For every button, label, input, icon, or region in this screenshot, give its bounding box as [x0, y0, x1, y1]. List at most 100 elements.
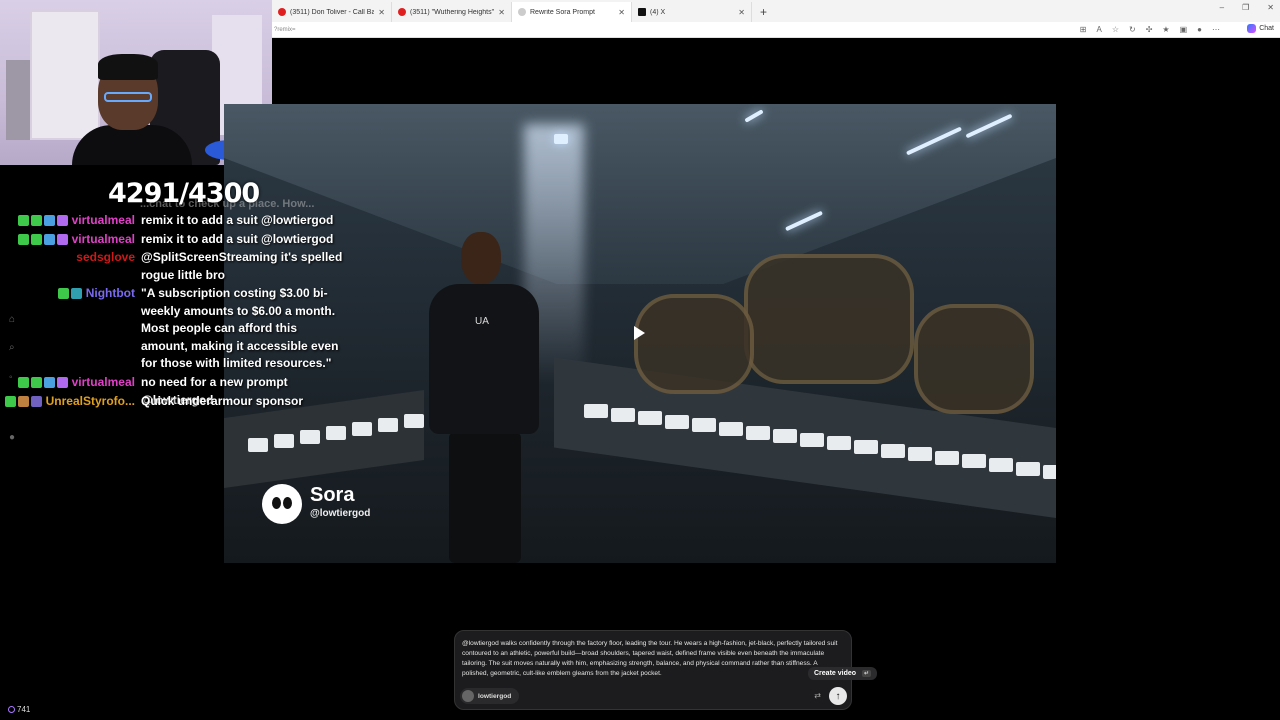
machine	[744, 254, 914, 384]
chat-label: Chat	[1259, 25, 1274, 32]
product-box	[881, 443, 905, 458]
prompt-textarea[interactable]: @lowtiergod walks confidently through th…	[462, 639, 842, 679]
chat-username[interactable]: virtualmeal	[72, 213, 135, 227]
viewer-count: 741	[8, 705, 30, 714]
badge-icon	[30, 396, 42, 408]
product-box	[1043, 465, 1056, 480]
chat-username[interactable]: UnrealStyrofo...	[46, 394, 135, 408]
chat-author[interactable]: virtualmeal	[0, 231, 135, 249]
more-icon[interactable]: ⋯	[1212, 25, 1220, 34]
collections-icon[interactable]: ▣	[1180, 25, 1188, 34]
chat-username[interactable]: virtualmeal	[72, 375, 135, 389]
product-box	[300, 430, 320, 444]
remix-icon[interactable]: ⇄	[814, 691, 821, 700]
product-box	[962, 454, 986, 469]
address-bar[interactable]: ?remix= ⊞ A ☆ ↻ ✣ ★ ▣ ● ⋯ Chat	[272, 22, 1280, 38]
play-icon[interactable]	[634, 326, 645, 340]
close-icon[interactable]: ✕	[738, 8, 745, 17]
sora-handle: @lowtiergod	[310, 508, 371, 519]
badge-icon	[43, 215, 55, 227]
youtube-icon	[278, 8, 286, 16]
head	[461, 232, 501, 284]
username: lowtiergod	[478, 692, 512, 700]
tab-x[interactable]: (4) X ✕	[632, 2, 752, 22]
chat-text: remix it to add a suit @lowtiergod	[141, 213, 334, 227]
product-box	[746, 425, 770, 440]
prompt-box[interactable]: @lowtiergod walks confidently through th…	[454, 630, 852, 710]
chat-text: Quick underarmour sponsor	[141, 394, 304, 408]
user-chip[interactable]: lowtiergod	[460, 688, 520, 704]
chat-message: virtualmeal remix it to add a suit @lowti…	[0, 231, 346, 249]
chat-author[interactable]: virtualmeal	[0, 212, 135, 230]
chat-author[interactable]: Nightbot	[0, 285, 135, 373]
chat-username[interactable]: sedsglove	[76, 250, 135, 264]
chat-message: virtualmeal remix it to add a suit @lowti…	[0, 212, 346, 230]
chat-message: Nightbot "A subscription costing $3.00 bi…	[0, 285, 346, 373]
chat-username[interactable]: virtualmeal	[72, 232, 135, 246]
favorite-icon[interactable]: ☆	[1112, 25, 1119, 34]
product-box	[274, 434, 294, 448]
machine	[914, 304, 1034, 414]
chat-message: sedsglove @SplitScreenStreaming it's spel…	[0, 249, 346, 284]
product-box	[773, 429, 797, 444]
window-controls: – ❐ ✕	[1220, 3, 1274, 12]
badge-icon	[30, 234, 42, 246]
tab-don-toliver[interactable]: (3511) Don Toliver - Call Back [Offi ✕	[272, 2, 392, 22]
toolbar-icons: ⊞ A ☆ ↻ ✣ ★ ▣ ● ⋯	[1080, 25, 1220, 34]
product-box	[248, 438, 268, 452]
tooltip-label: Create video	[814, 670, 857, 677]
product-box	[854, 440, 878, 454]
badge-icon	[57, 288, 69, 300]
create-video-button[interactable]: ↑	[829, 687, 847, 705]
badge-icon	[30, 377, 42, 389]
product-box	[692, 418, 716, 433]
extensions-icon[interactable]: ✣	[1146, 25, 1153, 34]
restore-button[interactable]: ❐	[1242, 3, 1249, 12]
tab-label: (3511) Don Toliver - Call Back [Offi	[290, 8, 375, 16]
person-walking: UA	[409, 232, 559, 563]
video-player[interactable]: UA Sora @lowtiergod	[224, 104, 1056, 563]
favorites-icon[interactable]: ★	[1162, 25, 1169, 34]
sora-brand: Sora	[310, 484, 355, 506]
factory-roof	[224, 104, 1056, 284]
product-box	[989, 458, 1013, 472]
tab-wuthering-heights[interactable]: (3511) "Wuthering Heights" | Offi ✕	[392, 2, 512, 22]
badge-icon	[56, 215, 68, 227]
badge-icon	[17, 396, 29, 408]
tab-label: (3511) "Wuthering Heights" | Offi	[410, 8, 495, 16]
product-box	[719, 422, 743, 436]
close-icon[interactable]: ✕	[498, 8, 505, 17]
page-icon	[518, 8, 526, 16]
chat-badges	[17, 215, 68, 227]
copilot-chat-button[interactable]: Chat	[1247, 24, 1274, 33]
close-icon[interactable]: ✕	[618, 8, 625, 17]
badge-icon	[56, 377, 68, 389]
refresh-icon[interactable]: ↻	[1129, 25, 1136, 34]
legs	[449, 432, 521, 563]
grid-icon[interactable]: ⊞	[1080, 25, 1087, 34]
badge-icon	[4, 396, 16, 408]
read-aloud-icon[interactable]: A	[1097, 25, 1102, 34]
create-video-tooltip: Create video ↵	[808, 667, 878, 680]
tab-rewrite-sora-prompt[interactable]: Rewrite Sora Prompt ✕	[512, 2, 632, 22]
close-icon[interactable]: ✕	[378, 8, 385, 17]
machine	[634, 294, 754, 394]
chat-author[interactable]: sedsglove	[0, 249, 135, 284]
chat-username[interactable]: Nightbot	[86, 286, 135, 300]
badge-icon	[17, 234, 29, 246]
url-text[interactable]: ?remix=	[274, 27, 296, 33]
profile-icon[interactable]: ●	[1197, 25, 1202, 34]
profile-icon[interactable]: ●	[9, 432, 15, 443]
torso	[429, 284, 539, 434]
chat-badges	[4, 396, 42, 408]
chat-author[interactable]: UnrealStyrofo...	[0, 393, 135, 411]
new-tab-button[interactable]: +	[752, 2, 775, 22]
product-box	[611, 407, 635, 422]
product-box	[1016, 461, 1040, 476]
chat-message: UnrealStyrofo... Quick underarmour sponso…	[0, 393, 346, 411]
close-window-button[interactable]: ✕	[1267, 3, 1274, 12]
badge-icon	[30, 215, 42, 227]
chat-badges	[57, 288, 82, 300]
goal-counter: 4291/4300	[108, 178, 260, 209]
minimize-button[interactable]: –	[1220, 3, 1224, 12]
